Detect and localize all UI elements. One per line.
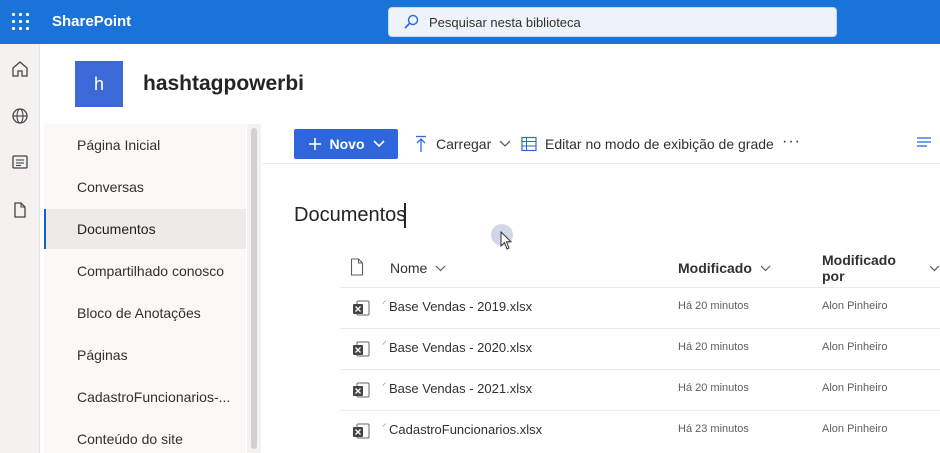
search-box[interactable]	[388, 7, 837, 37]
nav-item-documentos[interactable]: Documentos	[44, 209, 246, 249]
library-title[interactable]: Documentos	[294, 204, 406, 227]
left-navigation: Página Inicial Conversas Documentos Comp…	[44, 124, 246, 453]
search-icon	[404, 14, 419, 29]
file-modified-by: Alon Pinheiro	[822, 300, 888, 312]
nav-item-conversas[interactable]: Conversas	[44, 167, 246, 207]
excel-file-icon	[353, 300, 370, 316]
new-file-icon: ⸝	[382, 336, 387, 346]
column-header-modified[interactable]: Modificado	[678, 258, 771, 278]
file-row[interactable]: ⸝ CadastroFuncionarios.xlsx Há 23 minuto…	[340, 410, 940, 451]
file-row[interactable]: ⸝ Base Vendas - 2020.xlsx Há 20 minutos …	[340, 328, 940, 369]
nav-item-paginas[interactable]: Páginas	[44, 335, 246, 375]
nav-item-bloco-de-anotacoes[interactable]: Bloco de Anotações	[44, 293, 246, 333]
file-modified: Há 20 minutos	[678, 382, 749, 394]
plus-icon	[308, 138, 321, 150]
upload-button[interactable]: Carregar	[414, 131, 511, 157]
more-options-icon[interactable]: ···	[782, 133, 801, 151]
column-header-modified-by[interactable]: Modificado por	[822, 252, 940, 284]
chevron-down-icon	[372, 140, 385, 148]
new-file-icon: ⸝	[382, 418, 387, 428]
new-file-icon: ⸝	[382, 295, 387, 305]
file-name[interactable]: Base Vendas - 2020.xlsx	[389, 340, 532, 355]
scrollbar-thumb[interactable]	[251, 128, 257, 449]
file-row[interactable]: ⸝ Base Vendas - 2021.xlsx Há 20 minutos …	[340, 369, 940, 410]
app-launcher-icon[interactable]	[12, 13, 30, 31]
nav-item-conteudo-do-site[interactable]: Conteúdo do site	[44, 419, 246, 453]
chevron-down-icon	[760, 265, 771, 271]
column-header-modified-label: Modificado	[678, 260, 752, 276]
excel-file-icon	[353, 382, 370, 398]
new-button[interactable]: Novo	[294, 129, 398, 159]
chevron-down-icon	[499, 140, 511, 147]
file-icon[interactable]	[10, 200, 30, 220]
file-type-header-icon[interactable]	[350, 258, 364, 276]
upload-label: Carregar	[436, 136, 492, 152]
file-modified: Há 20 minutos	[678, 341, 749, 353]
nav-item-cadastro-funcionarios[interactable]: CadastroFuncionarios-...	[44, 377, 246, 417]
text-caret	[404, 203, 406, 228]
file-name[interactable]: Base Vendas - 2021.xlsx	[389, 381, 532, 396]
file-modified: Há 20 minutos	[678, 300, 749, 312]
file-row[interactable]: ⸝ Base Vendas - 2019.xlsx Há 20 minutos …	[340, 287, 940, 328]
new-button-label: Novo	[329, 136, 365, 152]
grid-view-icon	[521, 136, 537, 152]
mouse-pointer-icon	[500, 231, 513, 250]
file-modified-by: Alon Pinheiro	[822, 341, 888, 353]
file-modified: Há 23 minutos	[678, 423, 749, 435]
column-header-name-label: Nome	[390, 260, 428, 276]
file-modified-by: Alon Pinheiro	[822, 382, 888, 394]
suite-bar: SharePoint	[0, 0, 940, 44]
nav-item-compartilhado[interactable]: Compartilhado conosco	[44, 251, 246, 291]
site-title[interactable]: hashtagpowerbi	[143, 72, 304, 96]
chevron-down-icon	[435, 265, 446, 271]
column-header-modified-by-label: Modificado por	[822, 252, 896, 284]
grid-edit-button[interactable]: Editar no modo de exibição de grade	[521, 131, 774, 157]
chevron-down-icon	[929, 265, 940, 271]
nav-scrollbar[interactable]	[247, 124, 261, 453]
news-icon[interactable]	[10, 152, 30, 172]
file-name[interactable]: Base Vendas - 2019.xlsx	[389, 299, 532, 314]
app-bar	[0, 44, 40, 453]
excel-file-icon	[353, 341, 370, 357]
column-header-name[interactable]: Nome	[390, 258, 446, 278]
view-options-icon[interactable]	[916, 135, 932, 149]
brand-name[interactable]: SharePoint	[52, 13, 131, 30]
globe-icon[interactable]	[10, 106, 30, 126]
file-name[interactable]: CadastroFuncionarios.xlsx	[389, 422, 542, 437]
upload-icon	[416, 135, 426, 152]
grid-edit-label: Editar no modo de exibição de grade	[545, 136, 774, 152]
new-file-icon: ⸝	[382, 377, 387, 387]
file-modified-by: Alon Pinheiro	[822, 423, 888, 435]
nav-item-pagina-inicial[interactable]: Página Inicial	[44, 125, 246, 165]
excel-file-icon	[353, 423, 370, 439]
site-logo[interactable]: h	[75, 61, 123, 107]
home-icon[interactable]	[10, 59, 30, 79]
search-input[interactable]	[429, 14, 809, 30]
